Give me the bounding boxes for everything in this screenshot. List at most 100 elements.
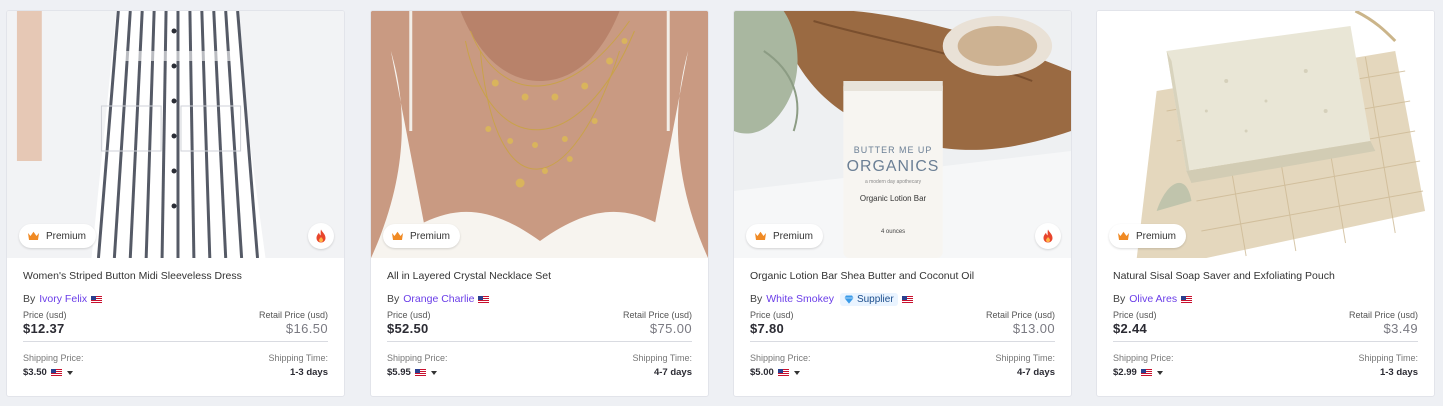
shipping-row: Shipping Price: $5.95 Shipping Time: 4-7… (387, 353, 692, 378)
shipping-time-value: 1-3 days (289, 367, 328, 378)
seller-line: By Ivory Felix (23, 292, 328, 306)
shipping-row: Shipping Price: $3.50 Shipping Time: 1-3… (23, 353, 328, 378)
shipping-time-value: 4-7 days (1016, 367, 1055, 378)
price-row: Price (usd) $52.50 Retail Price (usd) $7… (387, 310, 692, 342)
seller-line: By Olive Ares (1113, 292, 1418, 306)
product-title[interactable]: Organic Lotion Bar Shea Butter and Cocon… (750, 270, 1055, 284)
retail-label: Retail Price (usd) (1348, 310, 1418, 320)
package-tagline: a modern day apothecary (865, 179, 922, 185)
price-row: Price (usd) $12.37 Retail Price (usd) $1… (23, 310, 328, 342)
shipping-price-label: Shipping Price: (23, 353, 84, 363)
striped-dress-photo (7, 11, 344, 258)
price-row: Price (usd) $7.80 Retail Price (usd) $13… (750, 310, 1055, 342)
price-row: Price (usd) $2.44 Retail Price (usd) $3.… (1113, 310, 1418, 342)
shipping-price-label: Shipping Price: (1113, 353, 1174, 363)
crown-icon (27, 231, 40, 241)
retail-value: $13.00 (1012, 321, 1055, 336)
shipping-selector[interactable]: $2.99 (1113, 367, 1174, 378)
premium-badge: Premium (1109, 224, 1187, 248)
price-value: $52.50 (387, 321, 429, 336)
package-size: 4 ounces (881, 229, 905, 235)
shipping-price-value: $3.50 (23, 367, 47, 378)
product-title[interactable]: Natural Sisal Soap Saver and Exfoliating… (1113, 270, 1418, 284)
us-flag-icon (91, 296, 102, 303)
package-product: Organic Lotion Bar (860, 194, 927, 203)
product-card[interactable]: Premium All in Layered Crystal Necklace … (370, 10, 709, 397)
us-flag-icon (51, 369, 62, 376)
us-flag-icon (1181, 296, 1192, 303)
shipping-row: Shipping Price: $2.99 Shipping Time: 1-3… (1113, 353, 1418, 378)
us-flag-icon (478, 296, 489, 303)
necklace-photo (371, 11, 708, 258)
premium-badge: Premium (746, 224, 824, 248)
price-value: $2.44 (1113, 321, 1148, 336)
shipping-time-label: Shipping Time: (1358, 353, 1418, 363)
price-value: $7.80 (750, 321, 785, 336)
product-card[interactable]: BUTTER ME UP ORGANICS a modern day apoth… (733, 10, 1072, 397)
product-title[interactable]: All in Layered Crystal Necklace Set (387, 270, 692, 284)
flame-icon (315, 229, 327, 243)
product-image[interactable]: Premium (371, 11, 708, 258)
seller-line: By Orange Charlie (387, 292, 692, 306)
retail-label: Retail Price (usd) (258, 310, 328, 320)
product-image[interactable]: Premium (1097, 11, 1434, 258)
package-brand-line2: ORGANICS (847, 158, 940, 175)
us-flag-icon (778, 369, 789, 376)
by-label: By (1113, 293, 1126, 305)
shipping-selector[interactable]: $5.00 (750, 367, 811, 378)
caret-down-icon[interactable] (793, 370, 800, 375)
seller-link[interactable]: White Smokey (766, 293, 834, 305)
by-label: By (23, 293, 36, 305)
price-label: Price (usd) (750, 310, 794, 320)
shipping-price-value: $5.95 (387, 367, 411, 378)
product-image[interactable]: BUTTER ME UP ORGANICS a modern day apoth… (734, 11, 1071, 258)
by-label: By (750, 293, 763, 305)
product-image[interactable]: Premium (7, 11, 344, 258)
seller-link[interactable]: Olive Ares (1129, 293, 1177, 305)
diamond-icon (844, 295, 854, 304)
shipping-price-label: Shipping Price: (750, 353, 811, 363)
premium-label: Premium (773, 230, 814, 242)
shipping-time-value: 4-7 days (653, 367, 692, 378)
product-title[interactable]: Women's Striped Button Midi Sleeveless D… (23, 270, 328, 284)
crown-icon (1117, 231, 1130, 241)
product-card[interactable]: Premium Women's Striped Button Midi Slee… (6, 10, 345, 397)
shipping-selector[interactable]: $5.95 (387, 367, 448, 378)
caret-down-icon[interactable] (1156, 370, 1163, 375)
shipping-row: Shipping Price: $5.00 Shipping Time: 4-7… (750, 353, 1055, 378)
by-label: By (387, 293, 400, 305)
crown-icon (391, 231, 404, 241)
premium-label: Premium (1136, 230, 1177, 242)
sisal-soap-photo (1097, 11, 1434, 258)
us-flag-icon (902, 296, 913, 303)
product-card[interactable]: Premium Natural Sisal Soap Saver and Exf… (1096, 10, 1435, 397)
supplier-badge: Supplier (839, 292, 898, 306)
retail-value: $75.00 (649, 321, 692, 336)
shipping-price-value: $5.00 (750, 367, 774, 378)
retail-label: Retail Price (usd) (622, 310, 692, 320)
caret-down-icon[interactable] (430, 370, 437, 375)
crown-icon (754, 231, 767, 241)
premium-label: Premium (46, 230, 87, 242)
premium-label: Premium (410, 230, 451, 242)
shipping-price-label: Shipping Price: (387, 353, 448, 363)
retail-value: $16.50 (285, 321, 328, 336)
caret-down-icon[interactable] (66, 370, 73, 375)
retail-label: Retail Price (usd) (985, 310, 1055, 320)
retail-value: $3.49 (1383, 321, 1418, 336)
price-label: Price (usd) (1113, 310, 1157, 320)
seller-link[interactable]: Ivory Felix (39, 293, 87, 305)
seller-link[interactable]: Orange Charlie (403, 293, 474, 305)
shipping-time-label: Shipping Time: (632, 353, 692, 363)
us-flag-icon (1141, 369, 1152, 376)
hot-badge (1035, 223, 1061, 249)
lotion-bar-photo: BUTTER ME UP ORGANICS a modern day apoth… (734, 11, 1071, 258)
shipping-time-label: Shipping Time: (995, 353, 1055, 363)
seller-line: By White Smokey Supplier (750, 292, 1055, 306)
price-label: Price (usd) (387, 310, 431, 320)
premium-badge: Premium (383, 224, 461, 248)
premium-badge: Premium (19, 224, 97, 248)
shipping-selector[interactable]: $3.50 (23, 367, 84, 378)
price-label: Price (usd) (23, 310, 67, 320)
price-value: $12.37 (23, 321, 65, 336)
